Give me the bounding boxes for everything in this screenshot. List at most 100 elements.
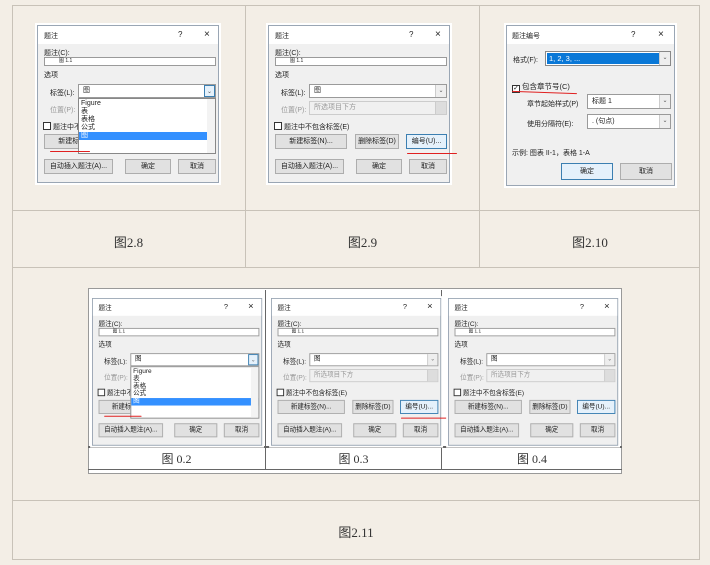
label-select[interactable]: 图 ⌄ bbox=[130, 353, 260, 367]
dropdown-option[interactable]: 表 bbox=[79, 108, 215, 116]
separator-label: 使用分隔符(E): bbox=[527, 121, 574, 128]
dropdown-option[interactable]: 表 bbox=[131, 376, 258, 383]
position-label: 位置(P): bbox=[50, 107, 76, 114]
scrollbar[interactable] bbox=[207, 99, 215, 153]
caption-input[interactable]: 图 1.1 bbox=[277, 327, 439, 337]
dropdown-option[interactable]: 公式 bbox=[79, 124, 215, 132]
chevron-down-icon[interactable]: ⌄ bbox=[435, 85, 446, 97]
new-label-button[interactable]: 新建标签(N)... bbox=[454, 399, 522, 414]
checkbox[interactable] bbox=[43, 122, 51, 130]
numbering-button[interactable]: 编号(U)... bbox=[400, 399, 439, 414]
cancel-button[interactable]: 取消 bbox=[402, 423, 439, 438]
numbering-button[interactable]: 编号(U)... bbox=[577, 399, 616, 414]
options-label: 选项 bbox=[98, 341, 112, 349]
help-button[interactable]: ? bbox=[580, 303, 584, 311]
help-button[interactable]: ? bbox=[224, 303, 228, 311]
autocaption-button[interactable]: 自动插入题注(A)... bbox=[275, 159, 344, 174]
annotation-underline bbox=[104, 415, 142, 417]
cancel-button[interactable]: 取消 bbox=[178, 159, 216, 174]
chevron-down-icon[interactable]: ⌄ bbox=[659, 115, 670, 128]
caption-input[interactable]: 图 1.1 bbox=[275, 57, 447, 66]
delete-label-button[interactable]: 删除标签(D) bbox=[355, 134, 399, 149]
label-dropdown-list: Figure 表表格 公式图 bbox=[130, 366, 260, 419]
help-button[interactable]: ? bbox=[178, 30, 182, 39]
label-select[interactable]: 图 ⌄ bbox=[309, 84, 447, 98]
options-label: 选项 bbox=[454, 341, 468, 349]
position-select: 所选项目下方 bbox=[309, 369, 439, 383]
chapter-style-select[interactable]: 标题 1 ⌄ bbox=[587, 94, 671, 109]
figure-caption: 图2.10 bbox=[572, 235, 608, 250]
chevron-down-icon[interactable]: ⌄ bbox=[604, 354, 615, 366]
separator-select[interactable]: . (句点) ⌄ bbox=[587, 114, 671, 129]
new-label-button[interactable]: 新建标签(N)... bbox=[277, 399, 345, 414]
label-select[interactable]: 图 ⌄ bbox=[78, 84, 216, 98]
ok-button[interactable]: 确定 bbox=[530, 423, 574, 438]
ok-button[interactable]: 确定 bbox=[174, 423, 218, 438]
dropdown-option[interactable]: Figure bbox=[131, 368, 258, 375]
dropdown-option[interactable]: 公式 bbox=[131, 391, 258, 398]
cancel-button[interactable]: 取消 bbox=[223, 423, 260, 438]
autocaption-button[interactable]: 自动插入题注(A)... bbox=[98, 423, 164, 438]
chevron-down-icon bbox=[604, 369, 615, 382]
delete-label-button[interactable]: 删除标签(D) bbox=[529, 399, 571, 414]
ok-button[interactable]: 确定 bbox=[353, 423, 397, 438]
cancel-button[interactable]: 取消 bbox=[409, 159, 447, 174]
close-button[interactable]: × bbox=[204, 29, 210, 40]
help-button[interactable]: ? bbox=[403, 303, 407, 311]
chevron-down-icon[interactable]: ⌄ bbox=[659, 95, 670, 108]
cancel-button[interactable]: 取消 bbox=[579, 423, 616, 438]
dropdown-option[interactable]: 图 bbox=[79, 132, 215, 140]
label-select[interactable]: 图 ⌄ bbox=[486, 353, 616, 367]
dialog-title: 题注 bbox=[275, 33, 289, 40]
chevron-down-icon[interactable]: ⌄ bbox=[248, 354, 259, 366]
chevron-down-icon bbox=[427, 369, 438, 382]
close-button[interactable]: × bbox=[604, 302, 609, 312]
chevron-down-icon[interactable]: ⌄ bbox=[204, 85, 215, 97]
table-rule bbox=[12, 500, 700, 501]
close-button[interactable]: × bbox=[248, 302, 253, 312]
close-button[interactable]: × bbox=[427, 302, 432, 312]
exclude-label-checkbox[interactable]: 题注中不包含标签(E) bbox=[274, 122, 349, 132]
help-button[interactable]: ? bbox=[631, 30, 635, 39]
dropdown-option[interactable]: 图 bbox=[131, 398, 259, 406]
position-select: 所选项目下方 bbox=[309, 101, 447, 115]
inner-caption: 图 0.2 bbox=[161, 452, 192, 466]
figure-caption: 图2.11 bbox=[338, 525, 374, 540]
label-select[interactable]: 图 ⌄ bbox=[309, 353, 439, 367]
chevron-down-icon[interactable]: ⌄ bbox=[659, 52, 670, 65]
checkbox[interactable] bbox=[453, 388, 462, 397]
numbering-button[interactable]: 编号(U)... bbox=[406, 134, 447, 149]
dialog-title: 题注 bbox=[277, 305, 291, 313]
close-button[interactable]: × bbox=[435, 29, 441, 40]
checkbox[interactable] bbox=[97, 388, 106, 397]
position-label: 位置(P): bbox=[460, 374, 484, 382]
dialog-title: 题注编号 bbox=[512, 33, 540, 40]
format-select[interactable]: 1, 2, 3, ... ⌄ bbox=[545, 51, 671, 66]
cancel-button[interactable]: 取消 bbox=[620, 163, 672, 180]
ok-button[interactable]: 确定 bbox=[125, 159, 171, 174]
dialog-title: 题注 bbox=[454, 305, 468, 313]
annotation-underline bbox=[50, 151, 90, 152]
dropdown-option[interactable]: 表格 bbox=[131, 383, 258, 390]
caption-input[interactable]: 图 1.1 bbox=[454, 327, 616, 337]
close-button[interactable]: × bbox=[658, 29, 664, 40]
chevron-down-icon[interactable]: ⌄ bbox=[427, 354, 438, 366]
new-label-button[interactable]: 新建标签(N)... bbox=[275, 134, 347, 149]
autocaption-button[interactable]: 自动插入题注(A)... bbox=[44, 159, 113, 174]
caption-input[interactable]: 图 1.1 bbox=[44, 57, 216, 66]
scrollbar[interactable] bbox=[250, 367, 259, 418]
ok-button[interactable]: 确定 bbox=[561, 163, 613, 180]
delete-label-button[interactable]: 删除标签(D) bbox=[352, 399, 394, 414]
autocaption-button[interactable]: 自动插入题注(A)... bbox=[277, 423, 343, 438]
checkbox[interactable] bbox=[276, 388, 285, 397]
dropdown-option[interactable]: 表格 bbox=[79, 116, 215, 124]
autocaption-button[interactable]: 自动插入题注(A)... bbox=[454, 423, 520, 438]
ok-button[interactable]: 确定 bbox=[356, 159, 402, 174]
checkbox[interactable] bbox=[274, 122, 282, 130]
caption-dialog: 题注?×题注(C):图 1.1选项标签(L):图⌄位置(P):所选项目下方题注中… bbox=[448, 298, 619, 446]
dropdown-option[interactable]: Figure bbox=[79, 100, 215, 108]
exclude-label-checkbox[interactable]: 题注中不包含标签(E) bbox=[276, 388, 347, 398]
exclude-label-checkbox[interactable]: 题注中不包含标签(E) bbox=[453, 388, 524, 398]
caption-input[interactable]: 图 1.1 bbox=[98, 327, 260, 337]
help-button[interactable]: ? bbox=[409, 30, 413, 39]
